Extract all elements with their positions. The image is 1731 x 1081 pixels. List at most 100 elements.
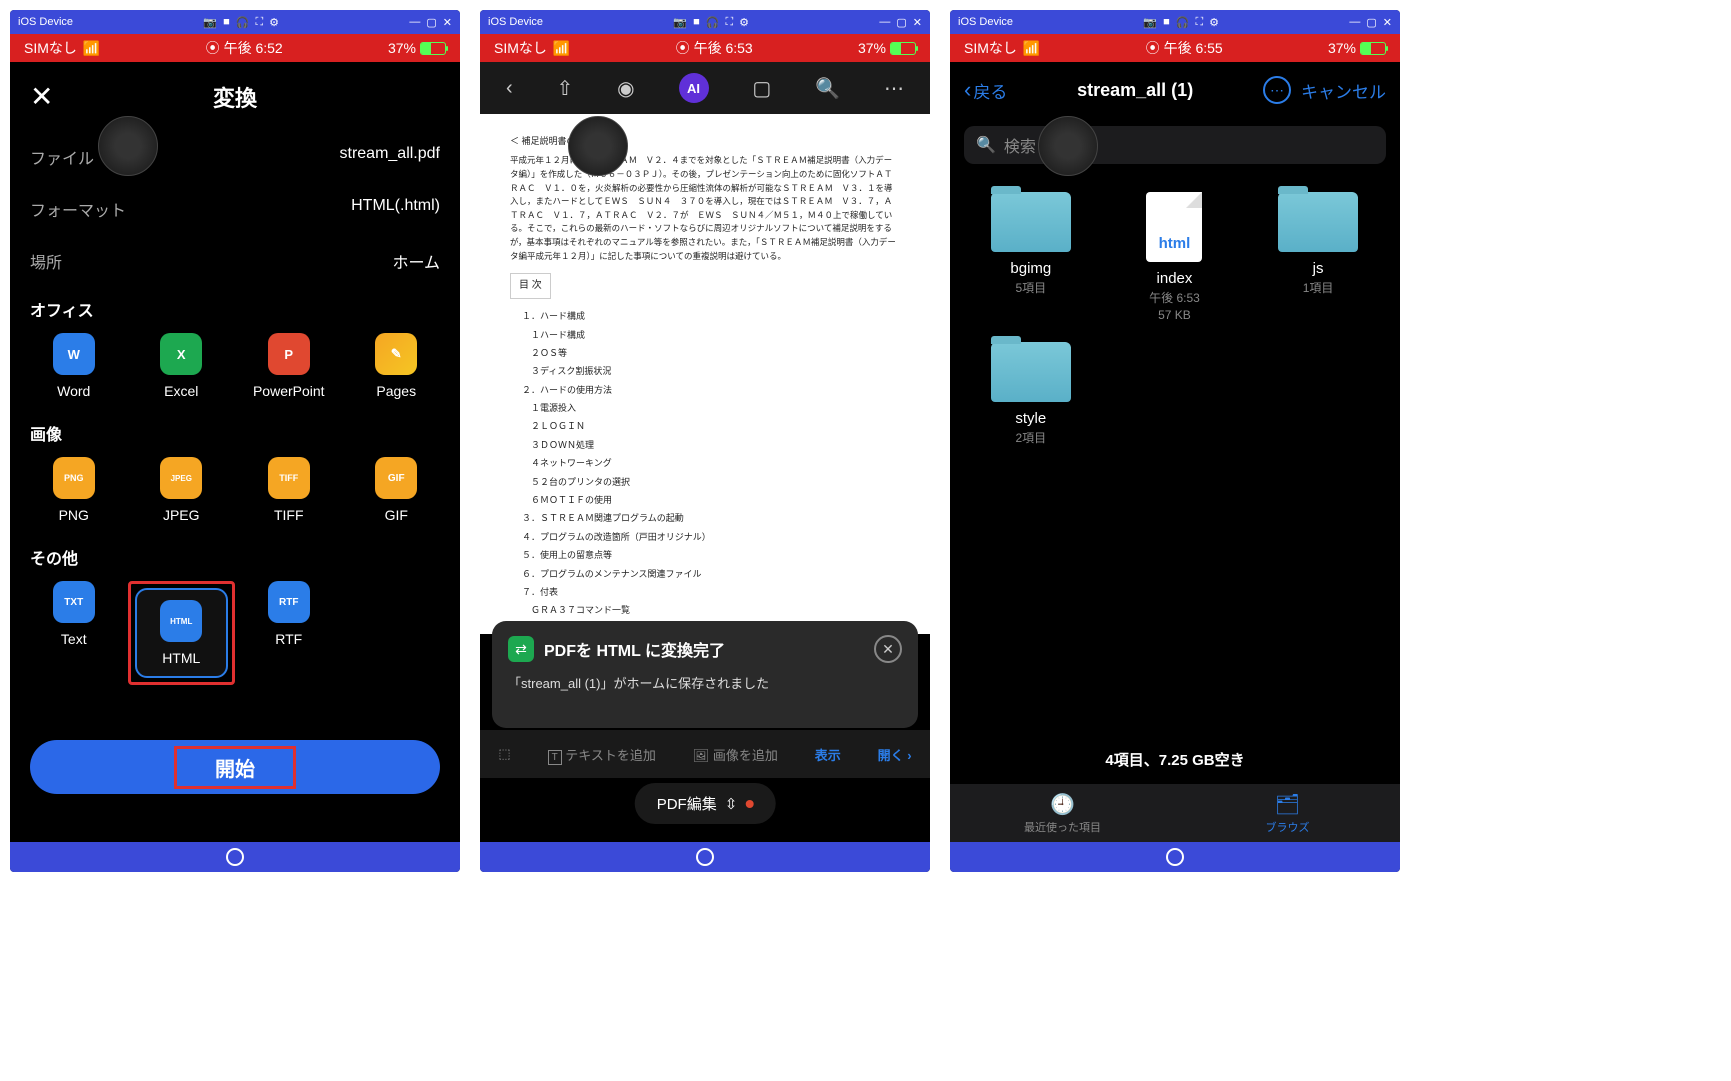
expand-icon[interactable]: ⛶ xyxy=(725,16,733,29)
home-button-icon[interactable] xyxy=(226,848,244,866)
powerpoint-icon: P xyxy=(268,333,310,375)
txt-icon: TXT xyxy=(53,581,95,623)
add-text-button[interactable]: T テキストを追加 xyxy=(548,745,656,764)
cancel-button[interactable]: キャンセル xyxy=(1301,78,1386,103)
maximize-icon[interactable]: ▢ xyxy=(1366,16,1376,29)
bottom-toolbar: ⬚ T テキストを追加 🖼 画像を追加 表示 開く › xyxy=(480,730,930,778)
file-item[interactable]: bgimg5項目 xyxy=(964,192,1098,322)
headphones-icon[interactable]: 🎧 xyxy=(1176,16,1190,29)
page-title: 変換 xyxy=(213,81,257,113)
toc-item: ４．プログラムの改造箇所（戸田オリジナル） xyxy=(522,530,900,544)
wifi-icon: 📶 xyxy=(83,40,100,57)
video-icon[interactable]: ■ xyxy=(223,16,230,29)
word-icon: W xyxy=(53,333,95,375)
format-value[interactable]: HTML(.html) xyxy=(351,197,440,221)
gear-icon[interactable]: ⚙ xyxy=(1209,16,1219,29)
toast-message: 「stream_all (1)」がホームに保存されました xyxy=(508,673,902,692)
emulator-title: iOS Device xyxy=(18,16,73,28)
file-grid: bgimg5項目htmlindex午後 6:5357 KBjs1項目 style2… xyxy=(950,172,1400,466)
format-pages[interactable]: ✎Pages xyxy=(343,333,451,399)
back-icon[interactable]: ‹ xyxy=(506,77,513,100)
file-item[interactable]: style2項目 xyxy=(964,342,1098,446)
add-image-button[interactable]: 🖼 画像を追加 xyxy=(693,745,778,764)
assistive-touch-icon[interactable] xyxy=(98,116,158,176)
file-item[interactable]: js1項目 xyxy=(1251,192,1385,322)
storage-status: 4項目、7.25 GB空き xyxy=(950,739,1400,784)
tab-recent[interactable]: 🕘 最近使った項目 xyxy=(950,784,1175,842)
format-excel[interactable]: XExcel xyxy=(128,333,236,399)
gear-icon[interactable]: ⚙ xyxy=(739,16,749,29)
more-options-icon[interactable]: ⋯ xyxy=(1263,76,1291,104)
file-value: stream_all.pdf xyxy=(340,145,441,169)
html-icon: HTML xyxy=(160,600,202,642)
battery-icon xyxy=(1360,42,1386,55)
close-icon[interactable]: ✕ xyxy=(30,80,53,113)
search-icon[interactable]: 🔍 xyxy=(815,76,840,101)
show-link[interactable]: 表示 xyxy=(815,745,841,764)
minimize-icon[interactable]: — xyxy=(879,16,890,29)
chevron-left-icon: ‹ xyxy=(964,77,971,103)
toc-item: ５２台のプリンタの選択 xyxy=(522,475,900,489)
video-icon[interactable]: ■ xyxy=(1163,16,1170,29)
headphones-icon[interactable]: 🎧 xyxy=(706,16,720,29)
minimize-icon[interactable]: — xyxy=(409,16,420,29)
wifi-icon: 📶 xyxy=(553,40,570,57)
close-window-icon[interactable]: ✕ xyxy=(913,16,922,29)
format-powerpoint[interactable]: PPowerPoint xyxy=(235,333,343,399)
camera-icon[interactable]: 📷 xyxy=(1143,16,1157,29)
close-window-icon[interactable]: ✕ xyxy=(443,16,452,29)
open-link[interactable]: 開く › xyxy=(878,745,912,764)
format-html[interactable]: HTML HTML xyxy=(128,581,236,685)
excel-icon: X xyxy=(160,333,202,375)
bookmark-icon[interactable]: ▢ xyxy=(752,76,771,101)
clock-icon: 🕘 xyxy=(1050,792,1075,817)
highlight-box: HTML HTML xyxy=(128,581,236,685)
ai-button[interactable]: AI xyxy=(679,73,709,103)
format-gif[interactable]: GIFGIF xyxy=(343,457,451,523)
search-input[interactable]: 🔍 検索 xyxy=(964,126,1386,164)
assistive-touch-icon[interactable] xyxy=(568,116,628,176)
file-label: ファイル xyxy=(30,145,94,169)
file-name: style xyxy=(964,410,1098,427)
crop-icon[interactable]: ⬚ xyxy=(498,746,510,762)
home-button-icon[interactable] xyxy=(1166,848,1184,866)
back-button[interactable]: ‹戻る xyxy=(964,77,1007,103)
format-text[interactable]: TXTText xyxy=(20,581,128,647)
format-png[interactable]: PNGPNG xyxy=(20,457,128,523)
video-icon[interactable]: ■ xyxy=(693,16,700,29)
maximize-icon[interactable]: ▢ xyxy=(426,16,436,29)
folder-title: stream_all (1) xyxy=(1077,80,1193,101)
maximize-icon[interactable]: ▢ xyxy=(896,16,906,29)
notification-dot-icon xyxy=(745,800,753,808)
format-tiff[interactable]: TIFFTIFF xyxy=(235,457,343,523)
share-icon[interactable]: ⇧ xyxy=(557,76,574,101)
tab-browse[interactable]: 🗂 ブラウズ xyxy=(1175,784,1400,842)
format-word[interactable]: WWord xyxy=(20,333,128,399)
folder-icon: 🗂 xyxy=(1275,792,1300,817)
toc-item: ６．プログラムのメンテナンス関連ファイル xyxy=(522,567,900,581)
file-name: js xyxy=(1251,260,1385,277)
home-button-icon[interactable] xyxy=(696,848,714,866)
expand-icon[interactable]: ⛶ xyxy=(255,16,263,29)
assistive-touch-icon[interactable] xyxy=(1038,116,1098,176)
gear-icon[interactable]: ⚙ xyxy=(269,16,279,29)
file-item[interactable]: htmlindex午後 6:5357 KB xyxy=(1108,192,1242,322)
minimize-icon[interactable]: — xyxy=(1349,16,1360,29)
location-value[interactable]: ホーム xyxy=(392,249,440,273)
pdf-edit-button[interactable]: PDF編集⇳ xyxy=(635,783,776,824)
toast-close-icon[interactable]: ✕ xyxy=(874,635,902,663)
ink-icon[interactable]: ◉ xyxy=(617,76,634,101)
headphones-icon[interactable]: 🎧 xyxy=(236,16,250,29)
format-rtf[interactable]: RTFRTF xyxy=(235,581,343,647)
more-icon[interactable]: ⋯ xyxy=(884,76,904,101)
close-window-icon[interactable]: ✕ xyxy=(1383,16,1392,29)
camera-icon[interactable]: 📷 xyxy=(673,16,687,29)
toc-item: ５．使用上の留意点等 xyxy=(522,548,900,562)
toc-item: １ハード構成 xyxy=(522,328,900,342)
camera-icon[interactable]: 📷 xyxy=(203,16,217,29)
battery-icon xyxy=(890,42,916,55)
document-view[interactable]: ＜ 補足説明書の位置付け ＞ 平成元年１２月に，ＳＴＲＥＡＭ Ｖ２．４までを対象… xyxy=(480,114,930,634)
format-jpeg[interactable]: JPEGJPEG xyxy=(128,457,236,523)
expand-icon[interactable]: ⛶ xyxy=(1195,16,1203,29)
rec-icon: ⦿ xyxy=(206,38,220,58)
